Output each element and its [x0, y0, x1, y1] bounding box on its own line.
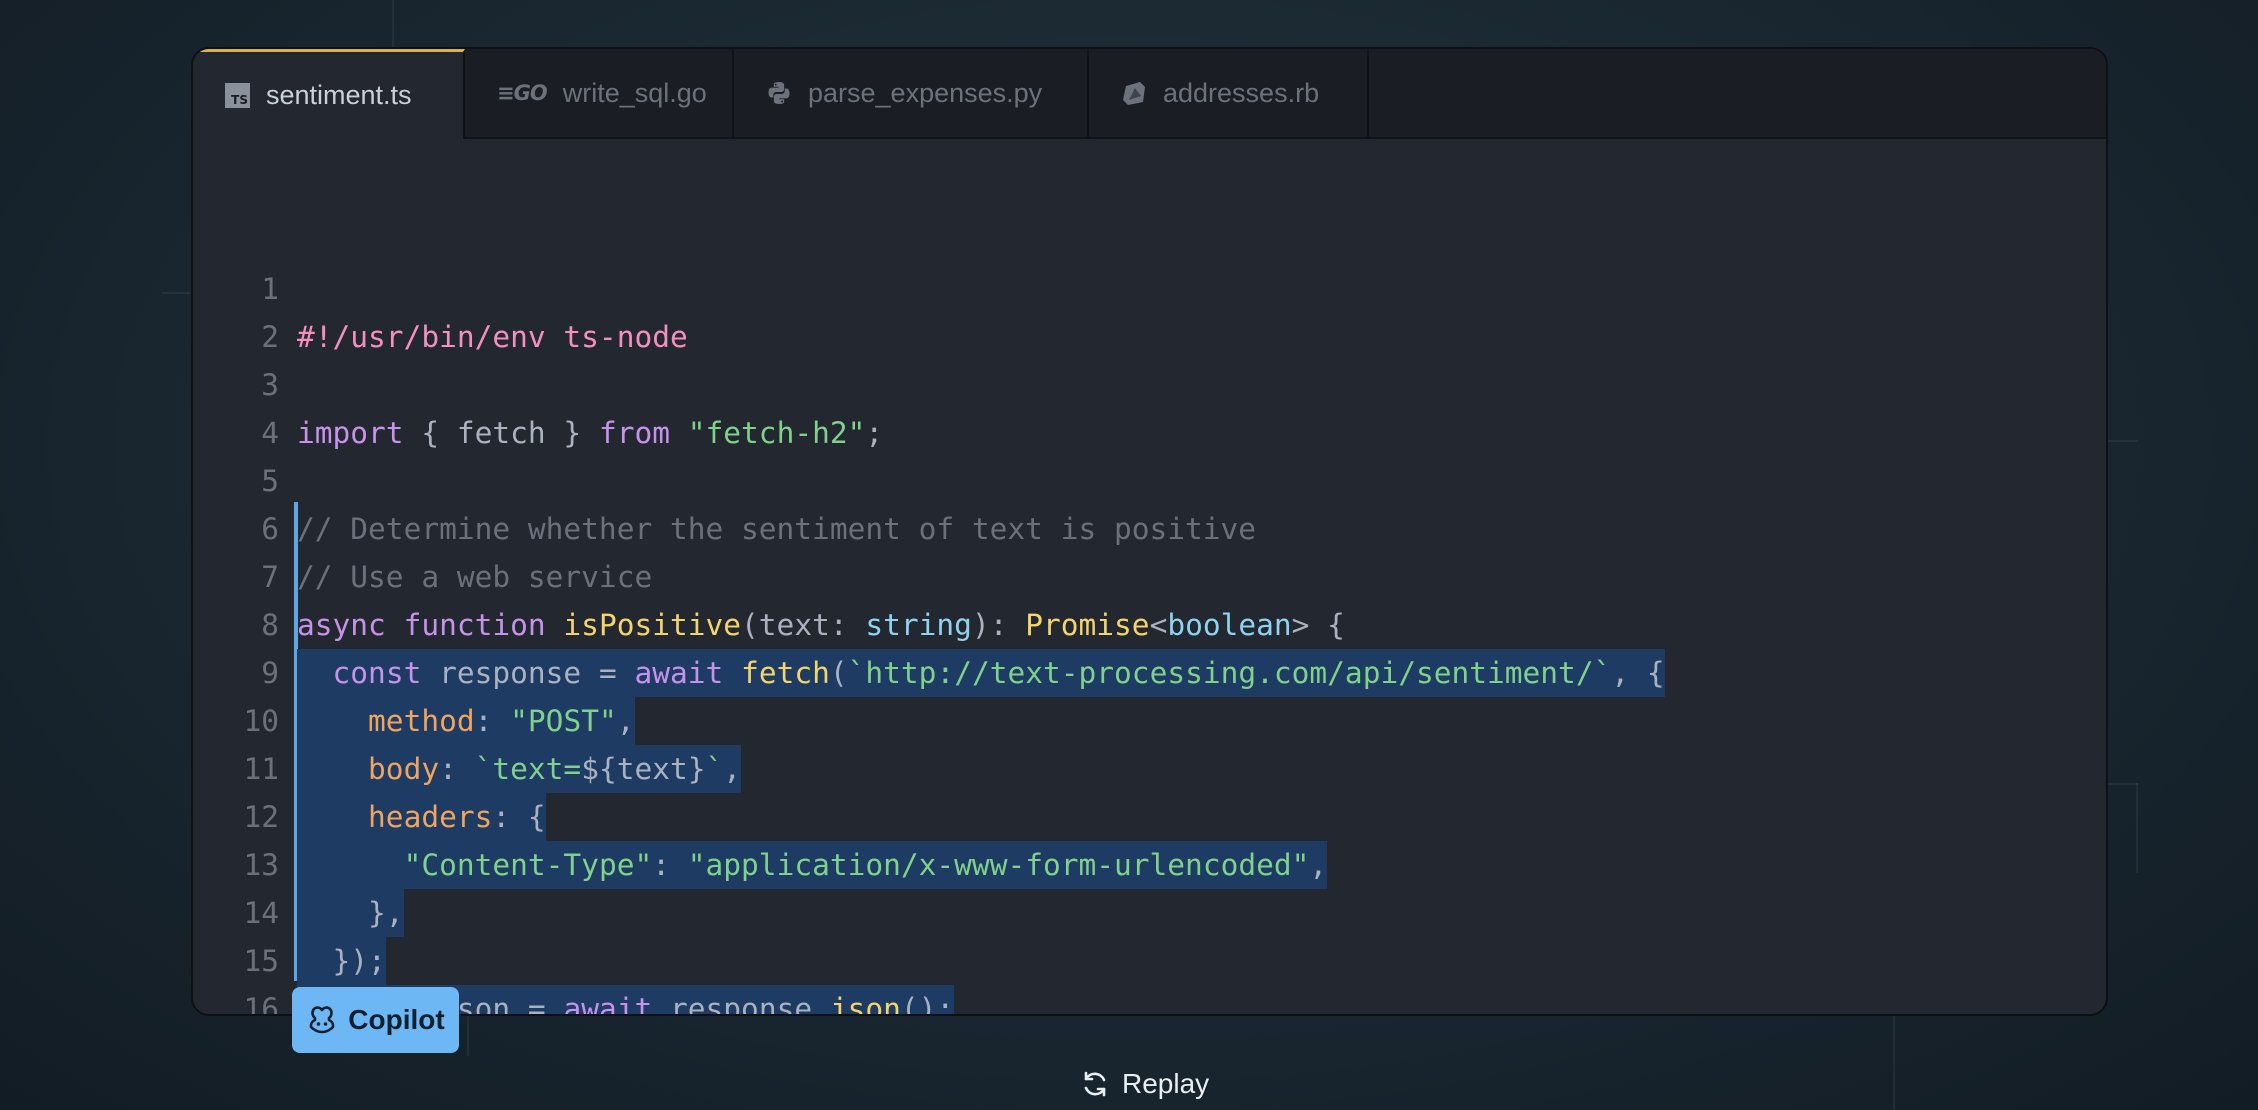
code-line: 5 // Determine whether the sentiment of … — [193, 409, 1256, 546]
line-text: import { fetch } from "fetch-h2"; — [297, 416, 884, 450]
line-text: }, — [297, 889, 404, 937]
line-text: async function isPositive(text: string):… — [297, 608, 1345, 642]
go-icon: ≡GO — [497, 81, 548, 105]
line-text: body: `text=${text}`, — [297, 745, 742, 793]
tab-parse-expenses-py[interactable]: parse_expenses.py — [734, 49, 1089, 137]
code-line: 13 }, — [193, 793, 404, 937]
code-line: 9 method: "POST", — [193, 601, 635, 745]
code-line: 15 const json = await response.json(); — [193, 889, 955, 1014]
code-line: 1 #!/usr/bin/env ts-node — [193, 217, 688, 354]
tab-label: write_sql.go — [562, 77, 707, 108]
code-line: 10 body: `text=${text}`, — [193, 649, 742, 793]
tab-label: sentiment.ts — [266, 80, 412, 110]
bg-line — [162, 292, 192, 294]
code-line: 16 return json.label === "pos"; — [193, 937, 300, 1014]
line-text: }); — [297, 937, 386, 985]
tab-addresses-rb[interactable]: addresses.rb — [1089, 49, 1369, 137]
code-line: 4 — [193, 361, 300, 450]
ruby-icon — [1121, 80, 1147, 106]
bg-line — [2108, 440, 2138, 442]
line-text: #!/usr/bin/env ts-node — [297, 320, 688, 354]
code-line: 12 "Content-Type": "application/x-www-fo… — [193, 745, 1328, 889]
line-text: // Use a web service — [297, 560, 653, 594]
line-text: method: "POST", — [297, 697, 635, 745]
tab-sentiment-ts[interactable]: TS sentiment.ts — [193, 49, 465, 139]
bg-line — [392, 0, 394, 47]
copilot-label: Copilot — [348, 1004, 445, 1035]
code-line: 14 }); — [193, 841, 386, 985]
code-line: 6 // Use a web service — [193, 457, 652, 594]
code-line: 7 async function isPositive(text: string… — [193, 505, 1345, 642]
tab-label: addresses.rb — [1163, 77, 1320, 108]
code-line: 2 — [193, 265, 300, 354]
replay-icon — [1080, 1069, 1110, 1099]
code-line: 17 } — [193, 985, 300, 1014]
code-editor-window: TS sentiment.ts ≡GO write_sql.go parse_e… — [191, 47, 2108, 1016]
bg-line — [1893, 1016, 1895, 1110]
code-line: 11 headers: { — [193, 697, 546, 841]
replay-button[interactable]: Replay — [1080, 1068, 1209, 1100]
tab-label: parse_expenses.py — [808, 77, 1043, 108]
replay-label: Replay — [1122, 1068, 1210, 1099]
code-line: 3 import { fetch } from "fetch-h2"; — [193, 313, 883, 450]
copilot-icon — [306, 1005, 338, 1035]
tab-write-sql-go[interactable]: ≡GO write_sql.go — [465, 49, 734, 137]
bg-line — [2136, 783, 2138, 873]
python-icon — [766, 80, 792, 106]
copilot-button[interactable]: Copilot — [292, 987, 459, 1053]
bg-line — [2108, 783, 2138, 785]
line-text: "Content-Type": "application/x-www-form-… — [297, 841, 1328, 889]
line-text: const response = await fetch(`http://tex… — [297, 649, 1665, 697]
file-tab-bar: TS sentiment.ts ≡GO write_sql.go parse_e… — [193, 49, 2106, 139]
line-text: headers: { — [297, 793, 546, 841]
line-text: // Determine whether the sentiment of te… — [297, 512, 1257, 546]
code-line: 8 const response = await fetch(`http://t… — [193, 553, 1665, 697]
typescript-icon: TS — [225, 83, 250, 108]
bg-line — [467, 1016, 469, 1056]
